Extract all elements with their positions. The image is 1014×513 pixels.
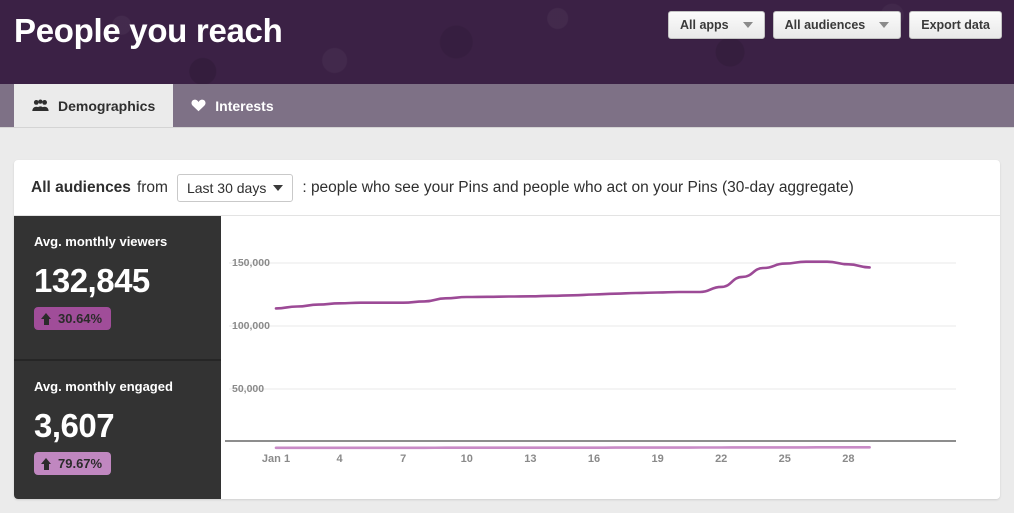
report-card: All audiences from Last 30 days : people… bbox=[14, 160, 1000, 499]
date-range-label: Last 30 days bbox=[186, 179, 267, 196]
metric-change: 79.67% bbox=[58, 456, 103, 471]
filter-from-word: from bbox=[136, 178, 168, 196]
all-audiences-dropdown[interactable]: All audiences bbox=[772, 11, 902, 39]
header-controls: All apps All audiences Export data bbox=[668, 11, 1002, 39]
chevron-down-icon bbox=[273, 184, 284, 191]
tab-demographics-label: Demographics bbox=[58, 97, 156, 114]
filter-audience-label: All audiences bbox=[31, 178, 131, 196]
all-audiences-label: All audiences bbox=[784, 18, 866, 32]
reach-line-chart: 150,000 100,000 50,000 Jan 1 4 7 10 13 16 19 22 25 2… bbox=[221, 216, 1000, 499]
date-range-dropdown[interactable]: Last 30 days bbox=[176, 173, 294, 202]
chevron-down-icon bbox=[742, 22, 753, 28]
metric-label: Avg. monthly engaged bbox=[34, 379, 173, 394]
chevron-down-icon bbox=[879, 22, 890, 28]
chart-canvas bbox=[225, 260, 956, 450]
heart-icon bbox=[191, 99, 206, 112]
filter-bar: All audiences from Last 30 days : people… bbox=[14, 160, 1000, 216]
people-icon bbox=[32, 99, 49, 112]
tab-demographics[interactable]: Demographics bbox=[14, 84, 174, 127]
all-apps-label: All apps bbox=[680, 18, 729, 32]
metric-avg-monthly-engaged[interactable]: Avg. monthly engaged 3,607 79.67% bbox=[14, 359, 221, 499]
page-header: People you reach All apps All audiences … bbox=[0, 0, 1014, 84]
status-badge: 30.64% bbox=[34, 307, 112, 330]
export-data-button[interactable]: Export data bbox=[909, 11, 1002, 39]
metrics-sidebar: Avg. monthly viewers 132,845 30.64% Avg.… bbox=[14, 216, 221, 499]
metric-change: 30.64% bbox=[58, 311, 103, 326]
export-data-label: Export data bbox=[921, 18, 990, 32]
arrow-up-icon bbox=[41, 457, 52, 470]
arrow-up-icon bbox=[41, 312, 52, 325]
metric-value: 3,607 bbox=[34, 407, 115, 444]
metric-value: 132,845 bbox=[34, 262, 150, 299]
page-title: People you reach bbox=[14, 12, 283, 49]
all-apps-dropdown[interactable]: All apps bbox=[668, 11, 765, 39]
filter-description: : people who see your Pins and people wh… bbox=[302, 178, 854, 196]
status-badge: 79.67% bbox=[34, 452, 112, 475]
metric-avg-monthly-viewers[interactable]: Avg. monthly viewers 132,845 30.64% bbox=[14, 216, 221, 359]
tab-bar: Demographics Interests bbox=[0, 84, 1014, 128]
metric-label: Avg. monthly viewers bbox=[34, 234, 168, 249]
tab-interests-label: Interests bbox=[215, 97, 274, 114]
tab-interests[interactable]: Interests bbox=[173, 84, 291, 127]
card-body: Avg. monthly viewers 132,845 30.64% Avg.… bbox=[14, 216, 1000, 499]
